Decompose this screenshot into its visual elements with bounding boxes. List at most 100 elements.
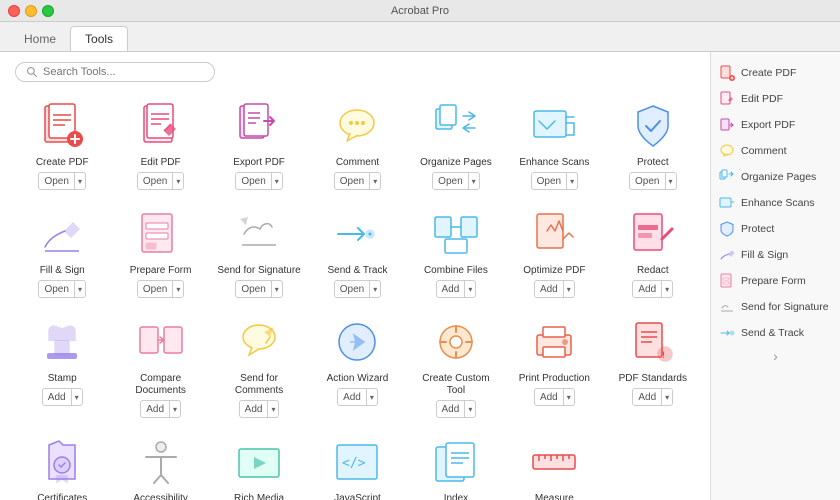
tool-pdf-standards[interactable]: ! PDF StandardsAdd▾ — [606, 308, 700, 424]
sidebar-prepare-form-label: Prepare Form — [741, 275, 806, 287]
tool-prepare-form[interactable]: Prepare FormOpen▾ — [113, 200, 207, 304]
action-wizard-action-button[interactable]: Add▾ — [337, 388, 378, 406]
send-track-action-arrow[interactable]: ▾ — [369, 281, 380, 297]
tool-javascript[interactable]: </> JavaScript — [310, 428, 404, 500]
fill-sign-action-button[interactable]: Open▾ — [38, 280, 85, 298]
send-track-action-label: Open — [335, 284, 369, 295]
enhance-scans-action-arrow[interactable]: ▾ — [566, 173, 577, 189]
export-pdf-action-button[interactable]: Open▾ — [235, 172, 282, 190]
rich-media-label: Rich Media — [234, 493, 284, 500]
comment-action-button[interactable]: Open▾ — [334, 172, 381, 190]
search-bar[interactable] — [15, 62, 215, 82]
compare-docs-action-button[interactable]: Add▾ — [140, 400, 181, 418]
redact-action-button[interactable]: Add▾ — [632, 280, 673, 298]
tool-custom-tool[interactable]: Create Custom ToolAdd▾ — [409, 308, 503, 424]
send-track-action-button[interactable]: Open▾ — [334, 280, 381, 298]
edit-pdf-action-button[interactable]: Open▾ — [137, 172, 184, 190]
tool-optimize-pdf[interactable]: Optimize PDFAdd▾ — [507, 200, 601, 304]
sidebar-expand-icon[interactable]: › — [768, 348, 784, 364]
compare-docs-icon — [133, 314, 188, 369]
sidebar-item-prepare-form[interactable]: Prepare Form — [711, 268, 840, 294]
tool-combine-files[interactable]: Combine FilesAdd▾ — [409, 200, 503, 304]
sidebar-item-export-pdf[interactable]: Export PDF — [711, 112, 840, 138]
sidebar-comment-icon — [719, 143, 735, 159]
send-comments-action-label: Add — [240, 404, 268, 415]
tool-action-wizard[interactable]: Action WizardAdd▾ — [310, 308, 404, 424]
print-production-action-label: Add — [535, 392, 563, 403]
tool-measure[interactable]: Measure — [507, 428, 601, 500]
tool-enhance-scans[interactable]: Enhance ScansOpen▾ — [507, 92, 601, 196]
tool-comment[interactable]: CommentOpen▾ — [310, 92, 404, 196]
tool-index[interactable]: Index — [409, 428, 503, 500]
export-pdf-action-arrow[interactable]: ▾ — [271, 173, 282, 189]
tool-send-track[interactable]: Send & TrackOpen▾ — [310, 200, 404, 304]
custom-tool-action-arrow[interactable]: ▾ — [464, 401, 475, 417]
send-comments-action-button[interactable]: Add▾ — [239, 400, 280, 418]
tool-accessibility[interactable]: Accessibility — [113, 428, 207, 500]
tool-stamp[interactable]: StampAdd▾ — [15, 308, 109, 424]
tool-protect[interactable]: ProtectOpen▾ — [606, 92, 700, 196]
sidebar-item-create-pdf[interactable]: Create PDF — [711, 60, 840, 86]
sidebar-item-send-signature[interactable]: Send for Signature — [711, 294, 840, 320]
tool-print-production[interactable]: Print ProductionAdd▾ — [507, 308, 601, 424]
tool-fill-sign[interactable]: Fill & SignOpen▾ — [15, 200, 109, 304]
create-pdf-action-button[interactable]: Open▾ — [38, 172, 85, 190]
tool-compare-docs[interactable]: Compare DocumentsAdd▾ — [113, 308, 207, 424]
organize-pages-action-arrow[interactable]: ▾ — [468, 173, 479, 189]
edit-pdf-action-arrow[interactable]: ▾ — [172, 173, 183, 189]
tab-home[interactable]: Home — [10, 27, 70, 51]
send-signature-action-button[interactable]: Open▾ — [235, 280, 282, 298]
custom-tool-action-button[interactable]: Add▾ — [436, 400, 477, 418]
pdf-standards-action-button[interactable]: Add▾ — [632, 388, 673, 406]
prepare-form-action-button[interactable]: Open▾ — [137, 280, 184, 298]
optimize-pdf-action-button[interactable]: Add▾ — [534, 280, 575, 298]
create-pdf-action-arrow[interactable]: ▾ — [74, 173, 85, 189]
enhance-scans-action-button[interactable]: Open▾ — [531, 172, 578, 190]
tool-redact[interactable]: RedactAdd▾ — [606, 200, 700, 304]
tab-tools[interactable]: Tools — [70, 26, 128, 51]
fill-sign-action-arrow[interactable]: ▾ — [74, 281, 85, 297]
sidebar-edit-pdf-icon — [719, 91, 735, 107]
tool-edit-pdf[interactable]: Edit PDFOpen▾ — [113, 92, 207, 196]
tools-grid: Create PDFOpen▾ Edit PDFOpen▾ Export PDF… — [15, 92, 700, 500]
combine-files-action-arrow[interactable]: ▾ — [464, 281, 475, 297]
stamp-action-arrow[interactable]: ▾ — [71, 389, 82, 405]
sidebar-item-edit-pdf[interactable]: Edit PDF — [711, 86, 840, 112]
print-production-action-button[interactable]: Add▾ — [534, 388, 575, 406]
tool-create-pdf[interactable]: Create PDFOpen▾ — [15, 92, 109, 196]
sidebar-item-comment[interactable]: Comment — [711, 138, 840, 164]
export-pdf-label: Export PDF — [233, 157, 285, 169]
action-wizard-action-arrow[interactable]: ▾ — [366, 389, 377, 405]
search-input[interactable] — [43, 66, 193, 78]
organize-pages-action-button[interactable]: Open▾ — [432, 172, 479, 190]
comment-action-arrow[interactable]: ▾ — [369, 173, 380, 189]
print-production-action-arrow[interactable]: ▾ — [563, 389, 574, 405]
tool-organize-pages[interactable]: Organize PagesOpen▾ — [409, 92, 503, 196]
sidebar-item-organize-pages[interactable]: Organize Pages — [711, 164, 840, 190]
sidebar-item-send-track[interactable]: Send & Track — [711, 320, 840, 346]
tool-send-signature[interactable]: Send for SignatureOpen▾ — [212, 200, 306, 304]
combine-files-action-button[interactable]: Add▾ — [436, 280, 477, 298]
export-pdf-action-label: Open — [236, 176, 270, 187]
send-signature-action-arrow[interactable]: ▾ — [271, 281, 282, 297]
tool-certificates[interactable]: Certificates — [15, 428, 109, 500]
sidebar-item-protect[interactable]: Protect — [711, 216, 840, 242]
sidebar-item-enhance-scans[interactable]: Enhance Scans — [711, 190, 840, 216]
close-button[interactable] — [8, 5, 20, 17]
redact-action-arrow[interactable]: ▾ — [661, 281, 672, 297]
maximize-button[interactable] — [42, 5, 54, 17]
send-comments-action-arrow[interactable]: ▾ — [267, 401, 278, 417]
tool-send-comments[interactable]: Send for CommentsAdd▾ — [212, 308, 306, 424]
optimize-pdf-action-arrow[interactable]: ▾ — [563, 281, 574, 297]
compare-docs-action-arrow[interactable]: ▾ — [169, 401, 180, 417]
tool-export-pdf[interactable]: Export PDF Open▾ — [212, 92, 306, 196]
protect-action-button[interactable]: Open▾ — [629, 172, 676, 190]
prepare-form-action-arrow[interactable]: ▾ — [172, 281, 183, 297]
sidebar-item-fill-sign[interactable]: Fill & Sign — [711, 242, 840, 268]
minimize-button[interactable] — [25, 5, 37, 17]
protect-action-arrow[interactable]: ▾ — [665, 173, 676, 189]
fill-sign-action-label: Open — [39, 284, 73, 295]
tool-rich-media[interactable]: Rich Media — [212, 428, 306, 500]
stamp-action-button[interactable]: Add▾ — [42, 388, 83, 406]
pdf-standards-action-arrow[interactable]: ▾ — [661, 389, 672, 405]
